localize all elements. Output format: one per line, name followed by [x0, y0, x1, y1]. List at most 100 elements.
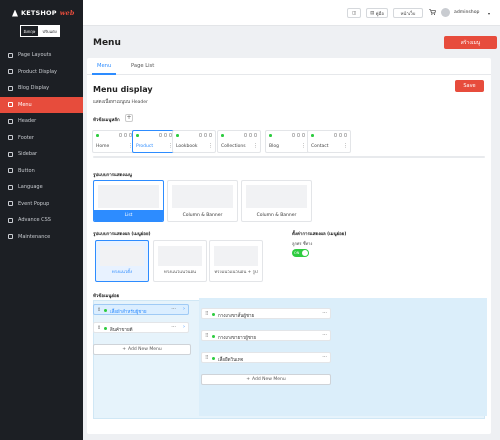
- submenu-style-preview: [158, 246, 202, 266]
- style-option-0[interactable]: List: [93, 180, 164, 222]
- menu-tab-home[interactable]: Home ⋮: [92, 130, 136, 153]
- status-dot: [311, 134, 314, 137]
- tab-action-icon[interactable]: [301, 133, 305, 137]
- tab-action-icon[interactable]: [338, 133, 342, 137]
- submenu-child-item[interactable]: ⠿ เสื้อยืดวินเทจ ···: [201, 352, 331, 363]
- menu-tab-contact[interactable]: Contact ⋮: [307, 130, 351, 153]
- menu-card: Menu Page List Menu display แสดงเนื้อหาเ…: [87, 58, 491, 434]
- more-icon[interactable]: ···: [171, 324, 176, 330]
- sidebar-item-button[interactable]: Button: [0, 163, 83, 180]
- lang-option-th[interactable]: อังกฤษ: [20, 25, 39, 37]
- menu-tab-blog[interactable]: Blog ⋮: [265, 130, 309, 153]
- sidebar-item-label: Button: [18, 167, 35, 174]
- tab-menu[interactable]: Menu: [97, 63, 111, 69]
- brand-logo[interactable]: KETSHOP web: [0, 0, 83, 17]
- sidebar-item-language[interactable]: Language: [0, 179, 83, 196]
- sidebar-item-label: Header: [18, 118, 37, 125]
- more-icon[interactable]: ···: [322, 354, 327, 360]
- chevron-right-icon[interactable]: ›: [183, 306, 185, 312]
- tab-action-icon[interactable]: [253, 133, 257, 137]
- lang-option-active[interactable]: ปรับแต่ง: [38, 25, 61, 37]
- tab-action-icon[interactable]: [296, 133, 300, 137]
- sidebar-item-event-popup[interactable]: Event Popup: [0, 196, 83, 213]
- username[interactable]: adminshop: [454, 10, 479, 15]
- kebab-icon[interactable]: ⋮: [253, 143, 258, 149]
- submenu-style-option-2[interactable]: ทรงแนวแนวนอน + รูป: [209, 240, 263, 282]
- tab-action-icon[interactable]: [333, 133, 337, 137]
- sidebar-item-product-display[interactable]: Product Display: [0, 64, 83, 81]
- submenu-item[interactable]: ⇕ เสื้อผ้าสำหรับผู้ชาย ··· ›: [93, 304, 189, 315]
- preview-button[interactable]: ◫: [347, 8, 361, 18]
- status-dot: [104, 326, 107, 330]
- avatar[interactable]: [441, 8, 450, 17]
- more-icon[interactable]: ···: [322, 310, 327, 316]
- sidebar: KETSHOP web อังกฤษ ปรับแต่ง Page Layouts P…: [0, 0, 83, 440]
- submenu-item[interactable]: ⇕ สินค้าขายดี ··· ›: [93, 322, 189, 333]
- sidebar-item-blog-display[interactable]: Blog Display: [0, 80, 83, 97]
- menu-tab-label: Product: [136, 144, 154, 149]
- chevron-down-icon[interactable]: ▾: [488, 11, 490, 16]
- style-preview-image: [246, 185, 307, 208]
- sidebar-item-label: Page Layouts: [18, 52, 52, 59]
- manual-label: คู่มือ: [375, 11, 384, 17]
- menu-tab-collections[interactable]: Collections ⋮: [217, 130, 261, 153]
- submenu-child-item[interactable]: ⠿ กางเกงขายาวผู้ชาย ···: [201, 330, 331, 341]
- webpage-button[interactable]: หน้าเว็บ: [393, 8, 423, 18]
- submenu-style-option-0[interactable]: ทรงแนวตั้ง: [95, 240, 149, 282]
- sidebar-item-advance-css[interactable]: Advance CSS: [0, 212, 83, 229]
- drag-handle-icon[interactable]: ⠿: [205, 311, 209, 317]
- tab-action-icon[interactable]: [158, 133, 162, 137]
- more-icon[interactable]: ···: [171, 306, 176, 312]
- tab-page-list[interactable]: Page List: [131, 63, 154, 69]
- drag-handle-icon[interactable]: ⇕: [97, 307, 101, 313]
- tab-action-icon[interactable]: [203, 133, 207, 137]
- cart-icon[interactable]: [429, 9, 436, 15]
- add-tab-button[interactable]: +: [125, 114, 133, 122]
- tab-action-icon[interactable]: [208, 133, 212, 137]
- drag-handle-icon[interactable]: ⇕: [97, 325, 101, 331]
- tab-action-icon[interactable]: [343, 133, 347, 137]
- submenu-style-preview: [214, 246, 258, 266]
- submenu-child-item[interactable]: ⠿ กางเกงขาสั้นผู้ชาย ···: [201, 308, 331, 319]
- tab-action-icon[interactable]: [198, 133, 202, 137]
- tab-action-icon[interactable]: [291, 133, 295, 137]
- sidebar-item-menu[interactable]: Menu: [0, 96, 83, 113]
- sidebar-item-sidebar[interactable]: Sidebar: [0, 146, 83, 163]
- tab-action-icon[interactable]: [123, 133, 127, 137]
- style-preview-image: [98, 185, 159, 208]
- kebab-icon[interactable]: ⋮: [301, 143, 306, 149]
- sidebar-item-footer[interactable]: Footer: [0, 130, 83, 147]
- layout-icon: [8, 52, 13, 58]
- style-option-2[interactable]: Column & Banner: [241, 180, 312, 222]
- kebab-icon[interactable]: ⋮: [343, 143, 348, 149]
- horizontal-scrollbar[interactable]: [93, 156, 485, 158]
- drag-handle-icon[interactable]: ⠿: [205, 355, 209, 361]
- arrow-toggle[interactable]: ON: [292, 249, 309, 257]
- more-icon[interactable]: ···: [322, 332, 327, 338]
- tab-action-icon[interactable]: [243, 133, 247, 137]
- add-new-menu-button[interactable]: + Add New Menu: [93, 344, 191, 355]
- create-menu-button[interactable]: สร้างเมนู: [444, 36, 497, 49]
- style-option-1[interactable]: Column & Banner: [167, 180, 238, 222]
- submenu-style-option-1[interactable]: ทรงแนวแนวนอน: [153, 240, 207, 282]
- plus-icon: +: [246, 377, 251, 382]
- menu-tab-product[interactable]: Product ⋮: [132, 130, 176, 153]
- menu-tab-label: Blog: [269, 144, 279, 149]
- sidebar-item-maintenance[interactable]: Maintenance: [0, 229, 83, 246]
- menu-tab-label: Collections: [221, 144, 246, 149]
- sidebar-item-page-layouts[interactable]: Page Layouts: [0, 47, 83, 64]
- menu-tab-lookbook[interactable]: Lookbook ⋮: [172, 130, 216, 153]
- tab-action-icon[interactable]: [118, 133, 122, 137]
- kebab-icon[interactable]: ⋮: [208, 143, 213, 149]
- tab-action-icon[interactable]: [163, 133, 167, 137]
- save-button[interactable]: Save: [455, 80, 484, 92]
- menu-tab-label: Home: [96, 144, 110, 149]
- add-new-menu-label: Add New Menu: [128, 347, 162, 352]
- add-new-child-menu-button[interactable]: + Add New Menu: [201, 374, 331, 385]
- sidebar-item-header[interactable]: Header: [0, 113, 83, 130]
- settings-label: ตั้งค่าการแสดงผล (เมนูย่อย): [292, 232, 347, 237]
- manual-button[interactable]: ▤ คู่มือ: [366, 8, 388, 18]
- chevron-right-icon[interactable]: ›: [183, 324, 185, 330]
- drag-handle-icon[interactable]: ⠿: [205, 333, 209, 339]
- tab-action-icon[interactable]: [248, 133, 252, 137]
